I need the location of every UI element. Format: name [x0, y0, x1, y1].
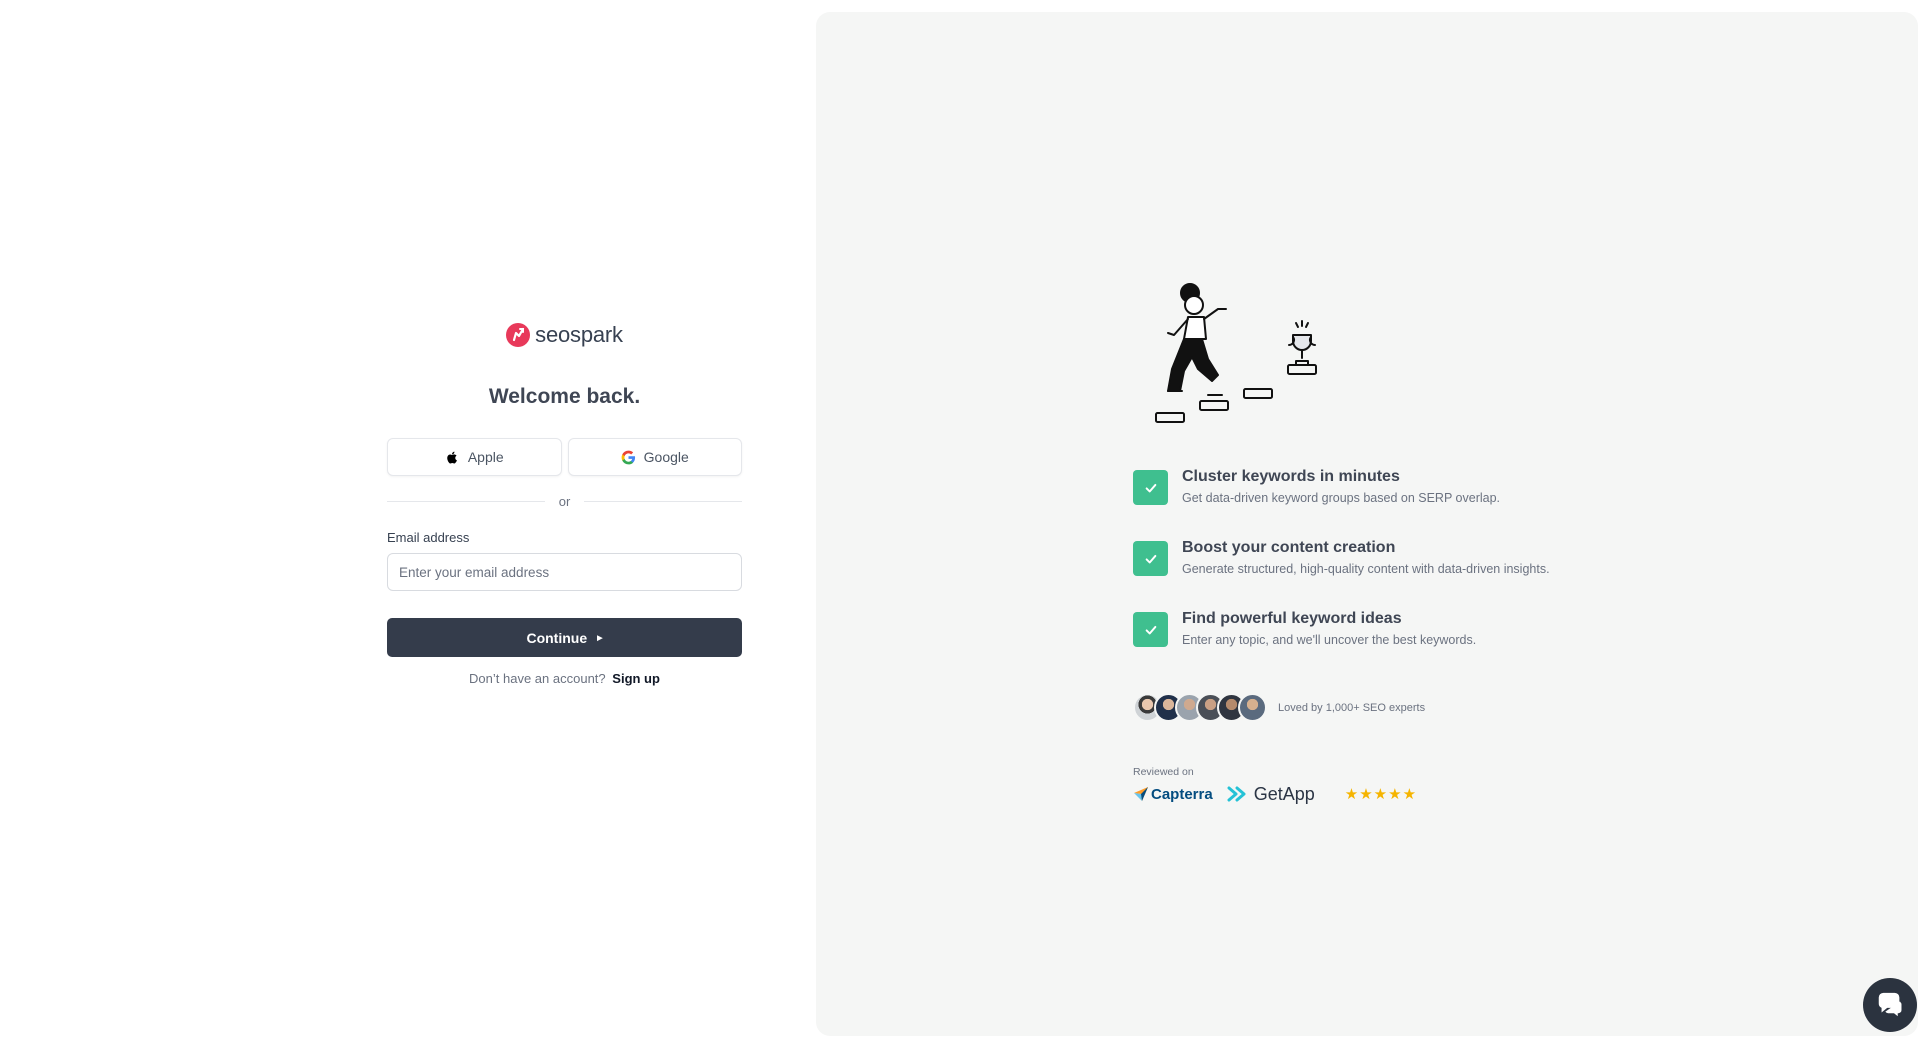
- email-label: Email address: [387, 530, 470, 545]
- divider-text: or: [558, 493, 571, 509]
- reviewed-on-label: Reviewed on: [1133, 766, 1194, 778]
- oauth-buttons: Apple Google: [387, 438, 742, 476]
- getapp-chevrons-icon: [1227, 786, 1246, 802]
- chat-icon: [1878, 992, 1903, 1020]
- star-icon: ★: [1373, 786, 1388, 803]
- page-title: Welcome back.: [488, 385, 641, 408]
- feature-text: Find powerful keyword ideas Enter any to…: [1182, 608, 1476, 650]
- feature-title: Boost your content creation: [1182, 539, 1396, 556]
- apple-signin-button[interactable]: Apple: [387, 438, 562, 476]
- review-badges: Reviewed on Capterra GetApp ★ ★ ★ ★ ★: [1133, 766, 1416, 806]
- or-divider: or: [387, 491, 742, 511]
- email-field[interactable]: [387, 553, 742, 591]
- seospark-logo-icon: [506, 323, 531, 347]
- check-badge: [1133, 470, 1168, 505]
- feature-text: Cluster keywords in minutes Get data-dri…: [1182, 466, 1500, 508]
- capterra-name: Capterra: [1151, 785, 1213, 803]
- capterra-arrow-icon: [1134, 787, 1148, 801]
- continue-label: Continue: [526, 629, 588, 646]
- rating-stars: ★ ★ ★ ★ ★: [1345, 785, 1416, 803]
- continue-button[interactable]: Continue ▶: [387, 618, 742, 657]
- getapp-name: GetApp: [1253, 783, 1315, 804]
- divider-line: [387, 500, 545, 502]
- feature-item: Boost your content creation Generate str…: [1133, 537, 1693, 608]
- divider-line: [584, 500, 742, 502]
- star-icon: ★: [1402, 786, 1417, 803]
- loved-by-text: Loved by 1,000+ SEO experts: [1278, 701, 1426, 714]
- brand-name: seospark: [535, 322, 623, 347]
- feature-description: Generate structured, high-quality conten…: [1182, 562, 1550, 576]
- check-icon: [1145, 625, 1156, 634]
- apple-icon: [447, 451, 457, 464]
- avatar-stack: [1133, 693, 1267, 722]
- feature-title: Cluster keywords in minutes: [1182, 468, 1400, 485]
- signup-prompt: Don’t have an account?: [469, 671, 606, 686]
- signup-link[interactable]: Sign up: [612, 671, 660, 686]
- star-icon: ★: [1388, 786, 1402, 803]
- avatar: [1238, 693, 1267, 722]
- feature-item: Find powerful keyword ideas Enter any to…: [1133, 608, 1693, 679]
- check-icon: [1145, 554, 1156, 563]
- stairs-trophy-illustration: [1155, 283, 1317, 423]
- check-badge: [1133, 612, 1168, 647]
- login-form: seospark Welcome back. Apple Google or E…: [387, 318, 742, 686]
- star-icon: ★: [1344, 786, 1359, 803]
- apple-button-label: Apple: [467, 449, 504, 465]
- check-badge: [1133, 541, 1168, 576]
- check-icon: [1145, 483, 1156, 492]
- review-logos: Capterra GetApp ★ ★ ★ ★ ★: [1133, 782, 1416, 806]
- google-signin-button[interactable]: Google: [567, 438, 742, 476]
- google-icon: [621, 450, 635, 464]
- feature-title: Find powerful keyword ideas: [1182, 610, 1402, 627]
- social-proof: Loved by 1,000+ SEO experts: [1133, 693, 1425, 722]
- marketing-panel: Cluster keywords in minutes Get data-dri…: [816, 12, 1918, 1036]
- login-section: seospark Welcome back. Apple Google or E…: [0, 0, 816, 1042]
- brand-logo[interactable]: seospark: [387, 318, 742, 352]
- getapp-logo[interactable]: GetApp: [1227, 784, 1315, 805]
- chat-launcher-button[interactable]: [1863, 978, 1917, 1032]
- caret-right-icon: ▶: [597, 635, 603, 642]
- feature-text: Boost your content creation Generate str…: [1182, 537, 1550, 579]
- feature-description: Get data-driven keyword groups based on …: [1182, 491, 1501, 505]
- feature-list: Cluster keywords in minutes Get data-dri…: [1133, 466, 1693, 679]
- signup-row: Don’t have an account? Sign up: [387, 671, 742, 686]
- feature-item: Cluster keywords in minutes Get data-dri…: [1133, 466, 1693, 537]
- feature-description: Enter any topic, and we'll uncover the b…: [1182, 633, 1477, 647]
- star-icon: ★: [1359, 786, 1373, 803]
- capterra-logo[interactable]: Capterra: [1133, 786, 1213, 803]
- google-button-label: Google: [643, 449, 689, 465]
